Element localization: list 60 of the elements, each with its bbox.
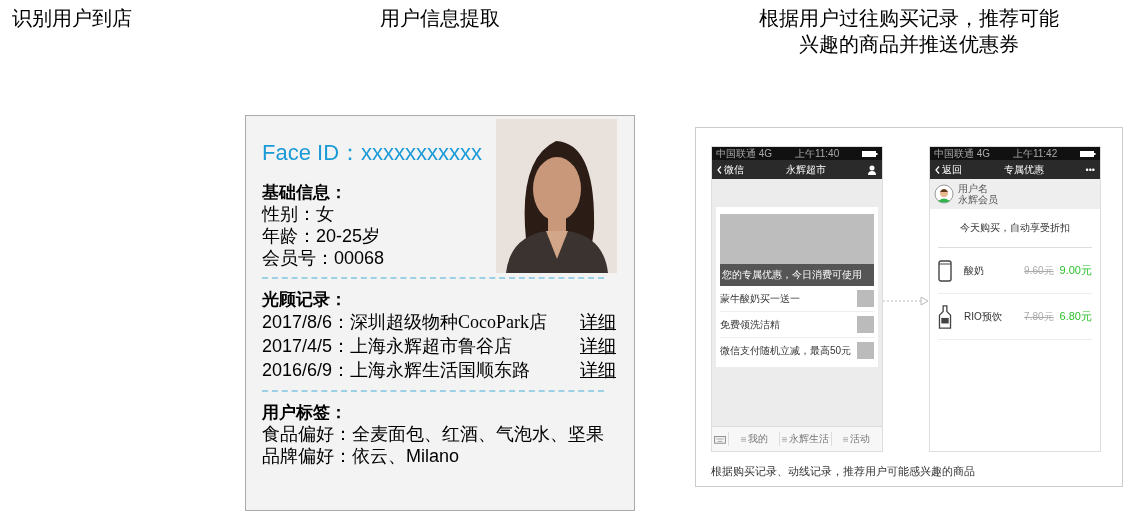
- detail-link[interactable]: 详细: [580, 334, 616, 358]
- back-link[interactable]: 返回: [935, 162, 962, 177]
- offer-item[interactable]: 免费领洗洁精: [720, 317, 780, 332]
- battery-icon: [862, 150, 878, 157]
- info-line: 品牌偏好：依云、Milano: [262, 445, 461, 467]
- thumbnail: [857, 342, 874, 359]
- time-text: 上午11:42: [1012, 147, 1058, 160]
- original-price: 7.80元: [1024, 309, 1054, 324]
- info-line: 食品偏好：全麦面包、红酒、气泡水、坚果: [262, 423, 605, 445]
- product-name: RIO预饮: [963, 309, 1003, 324]
- menu-icon: [740, 436, 746, 442]
- info-line: 性别：女: [262, 203, 335, 225]
- screen-title: 专属优惠: [1003, 162, 1044, 177]
- menu-tab[interactable]: 永辉生活: [779, 432, 831, 446]
- offer-item[interactable]: 微信支付随机立减，最高50元: [720, 343, 852, 358]
- visit-record: 2017/4/5：上海永辉超市鲁谷店: [262, 335, 513, 357]
- info-line: 会员号：00068: [262, 247, 386, 269]
- panel-caption: 根据购买记录、动线记录，推荐用户可能感兴趣的商品: [711, 464, 976, 479]
- discount-price: 9.00元: [1059, 263, 1092, 278]
- back-link[interactable]: 微信: [717, 162, 744, 177]
- time-text: 上午11:40: [794, 147, 840, 160]
- menu-tab[interactable]: 我的: [728, 432, 780, 446]
- step-heading: 识别用户到店: [12, 6, 133, 31]
- screen-title: 永辉超市: [785, 162, 826, 177]
- carrier-text: 中国联通 4G: [716, 147, 773, 160]
- keyboard-icon[interactable]: [712, 433, 728, 445]
- person-icon: [867, 164, 877, 175]
- step-heading: 根据用户过往购买记录，推荐可能兴趣的商品并推送优惠券: [758, 6, 1060, 57]
- discount-price: 6.80元: [1059, 309, 1092, 324]
- notice-text: 今天购买，自动享受折扣: [938, 209, 1092, 248]
- face-id-text: Face ID：xxxxxxxxxxx: [262, 139, 484, 167]
- menu-icon: [782, 436, 787, 442]
- avatar-icon: [934, 184, 954, 204]
- arrow: [883, 296, 929, 306]
- battery-icon: [1080, 150, 1096, 157]
- detail-link[interactable]: 详细: [580, 358, 616, 382]
- more-button[interactable]: •••: [1085, 164, 1095, 175]
- info-line: 年龄：20-25岁: [262, 225, 382, 247]
- visit-record: 2017/8/6：深圳超级物种CocoPark店: [262, 311, 548, 333]
- menu-tab[interactable]: 活动: [830, 432, 882, 446]
- detail-link[interactable]: 详细: [580, 310, 616, 334]
- visit-record: 2016/6/9：上海永辉生活国顺东路: [262, 359, 531, 381]
- back-icon: [935, 165, 940, 174]
- back-icon: [717, 165, 722, 174]
- section-heading: 用户标签：: [262, 402, 348, 423]
- carrier-text: 中国联通 4G: [934, 147, 991, 160]
- member-level: 永辉会员: [958, 194, 998, 205]
- menu-icon: [843, 436, 849, 442]
- bottle-icon: [938, 304, 952, 329]
- product-name: 酸奶: [963, 263, 985, 278]
- section-heading: 光顾记录：: [262, 289, 348, 310]
- user-name: 用户名: [958, 183, 989, 194]
- cup-icon: [938, 258, 952, 283]
- thumbnail: [857, 290, 874, 307]
- offer-item[interactable]: 蒙牛酸奶买一送一: [720, 291, 800, 306]
- thumbnail: [857, 316, 874, 333]
- section-heading: 基础信息：: [262, 182, 348, 203]
- banner-caption: 您的专属优惠，今日消费可使用: [720, 264, 874, 286]
- original-price: 9.60元: [1024, 263, 1054, 278]
- step-heading: 用户信息提取: [379, 6, 501, 31]
